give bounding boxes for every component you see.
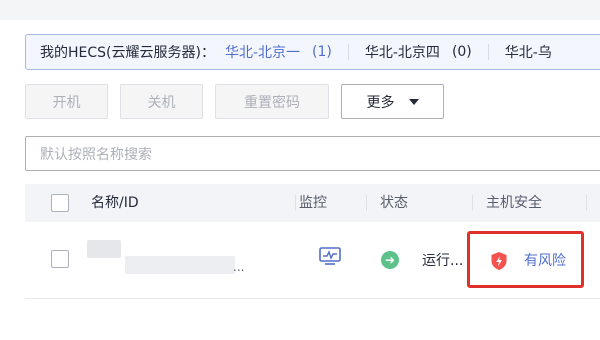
column-divider	[472, 195, 473, 211]
arrow-right-circle-icon: ➜	[381, 251, 399, 269]
select-all-checkbox[interactable]	[51, 194, 69, 212]
column-divider	[366, 195, 367, 211]
reset-password-label: 重置密码	[244, 94, 300, 111]
table-row: ... ➜ 运行... 有风险	[25, 222, 600, 299]
stop-button-label: 关机	[147, 94, 176, 111]
search-input[interactable]: 默认按照名称搜索	[25, 136, 600, 171]
column-status: 状态	[380, 195, 408, 211]
column-host-security: 主机安全	[486, 195, 542, 211]
divider	[347, 44, 349, 60]
blurred-instance-name	[87, 240, 121, 258]
more-label: 更多	[366, 94, 395, 111]
column-divider	[586, 195, 587, 211]
start-button[interactable]: 开机	[25, 84, 108, 119]
instance-id-ellipsis: ...	[233, 260, 245, 274]
column-monitor: 监控	[299, 195, 327, 211]
column-name[interactable]: 名称/ID	[91, 184, 139, 222]
region-count: (0)	[451, 44, 472, 60]
start-button-label: 开机	[52, 94, 81, 111]
search-placeholder: 默认按照名称搜索	[40, 146, 152, 163]
region-name: 华北-乌	[504, 45, 552, 61]
caret-down-icon	[408, 98, 419, 105]
host-security-cell: 有风险	[467, 231, 584, 288]
row-checkbox[interactable]	[51, 250, 69, 268]
region-item-beijing-1[interactable]: 华北-北京一 (1)	[225, 35, 332, 69]
region-name: 华北-北京一	[224, 45, 301, 61]
reset-password-button[interactable]: 重置密码	[215, 84, 329, 119]
region-item-beijing-4[interactable]: 华北-北京四 (0)	[365, 35, 472, 69]
more-dropdown-button[interactable]: 更多	[341, 84, 444, 119]
divider	[487, 44, 489, 60]
region-item-ulanqab[interactable]: 华北-乌	[505, 35, 552, 69]
region-name: 华北-北京四	[364, 45, 440, 61]
monitor-icon[interactable]	[319, 247, 341, 265]
risk-link[interactable]: 有风险	[524, 250, 566, 270]
shield-lightning-icon	[491, 252, 507, 270]
region-filter-bar: 我的HECS(云耀云服务器)： 华北-北京一 (1) 华北-北京四 (0) 华北…	[25, 34, 600, 70]
region-count: (1)	[312, 44, 332, 60]
region-bar-label: 我的HECS(云耀云服务器)：	[40, 45, 215, 61]
table-header: 名称/ID 监控 状态 主机安全	[25, 184, 600, 222]
stop-button[interactable]: 关机	[120, 84, 203, 119]
status-text: 运行...	[422, 253, 464, 269]
column-divider	[295, 195, 296, 211]
blurred-instance-id	[125, 256, 235, 274]
top-strip	[0, 0, 600, 20]
